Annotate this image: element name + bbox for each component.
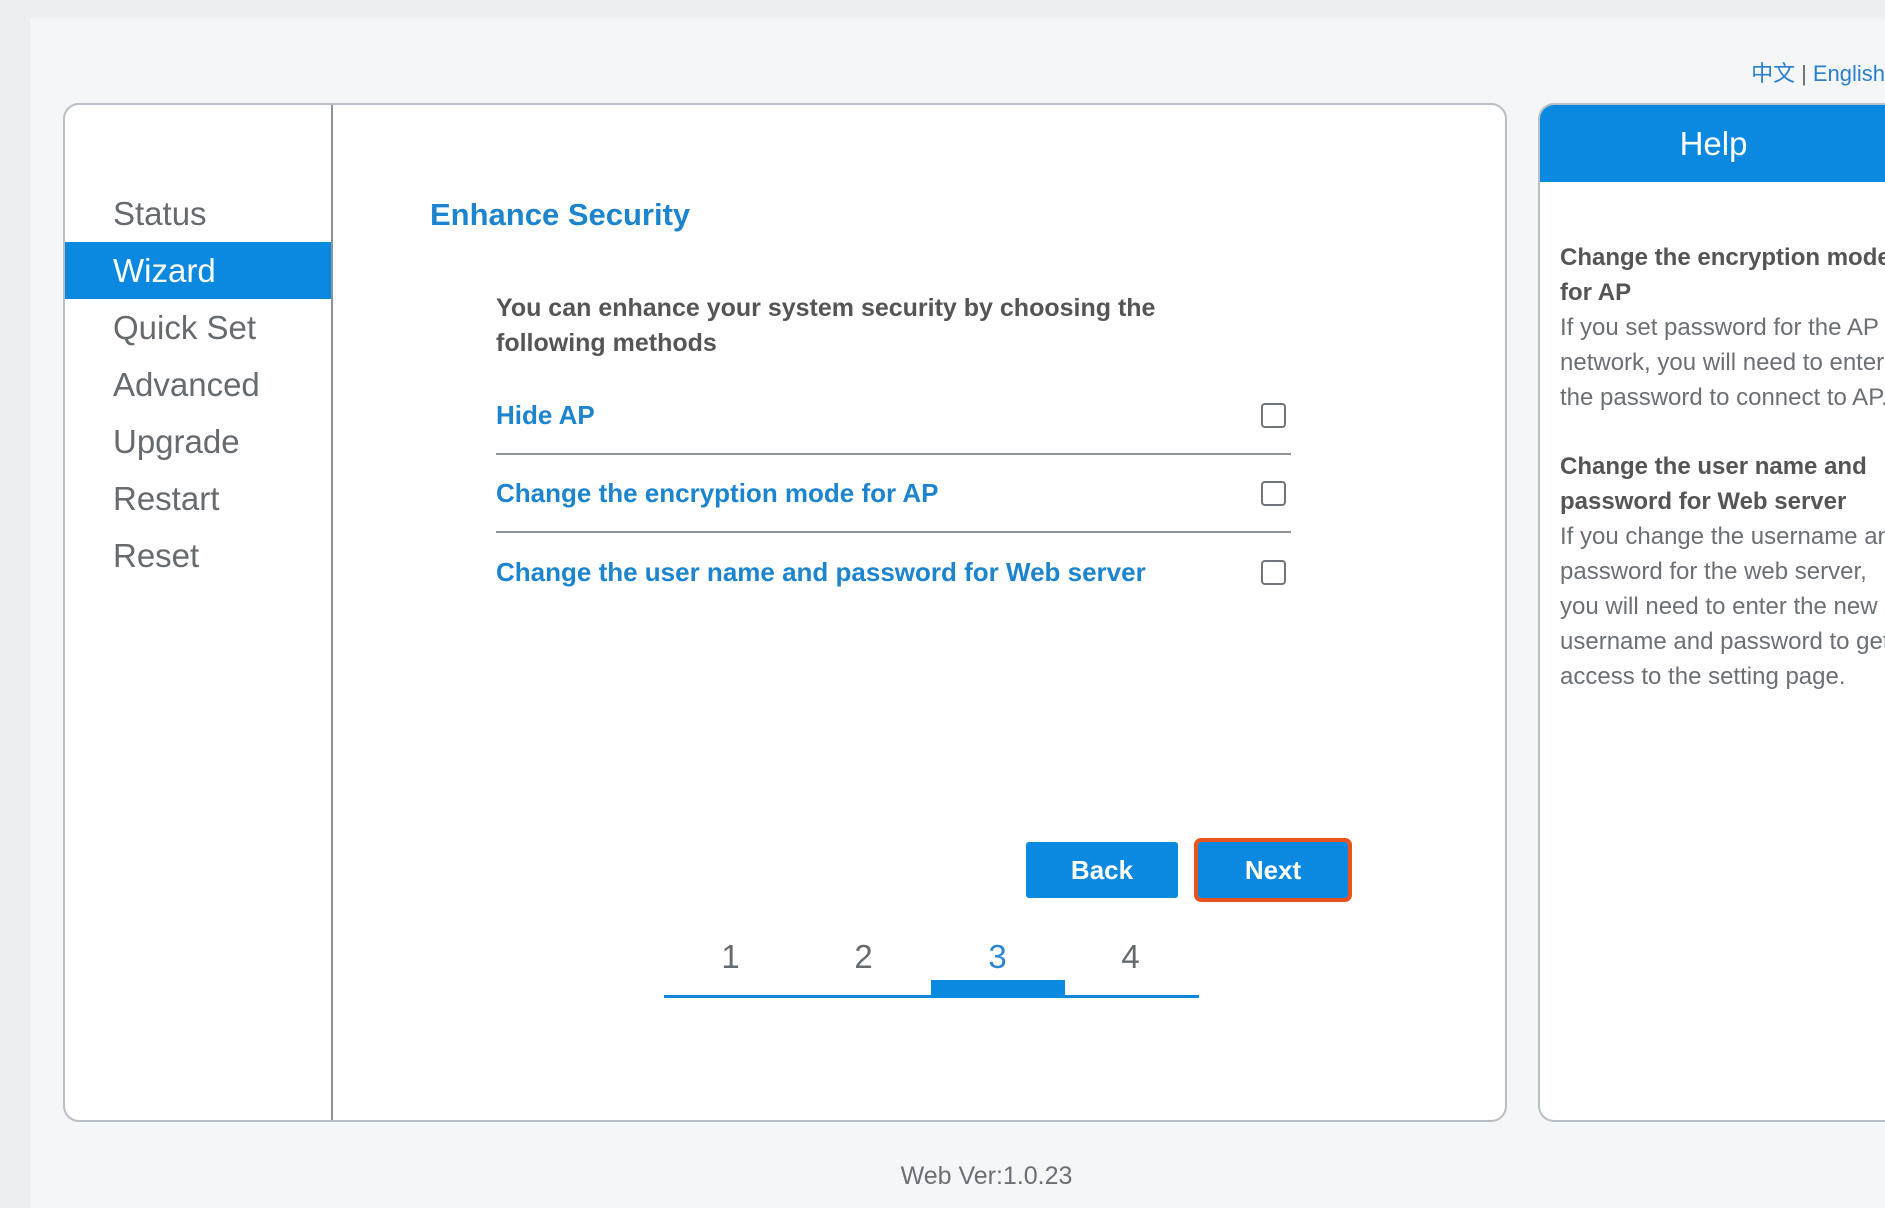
help-body: Change the encryption mode for AP If you… — [1540, 182, 1885, 694]
option-label: Change the user name and password for We… — [496, 556, 1146, 587]
help-panel: Help Change the encryption mode for AP I… — [1538, 103, 1885, 1122]
sidebar-item-wizard[interactable]: Wizard — [65, 242, 331, 299]
sidebar-item-upgrade[interactable]: Upgrade — [65, 413, 331, 470]
back-button[interactable]: Back — [1026, 842, 1178, 898]
step-indicator: 1 2 3 4 — [664, 938, 1199, 998]
language-switcher: 中文 | English — [1751, 56, 1885, 88]
sidebar-item-restart[interactable]: Restart — [65, 470, 331, 527]
security-options: Hide AP Change the encryption mode for A… — [496, 377, 1291, 611]
step-3-current: 3 — [988, 938, 1007, 975]
help-section: Change the encryption mode for AP If you… — [1560, 240, 1885, 415]
web-credentials-checkbox[interactable] — [1261, 559, 1286, 585]
step-2: 2 — [854, 938, 873, 975]
wizard-intro: You can enhance your system security by … — [496, 294, 1156, 357]
lang-chinese-link[interactable]: 中文 — [1751, 61, 1795, 86]
hide-ap-checkbox[interactable] — [1261, 402, 1286, 428]
sidebar-item-status[interactable]: Status — [65, 185, 331, 242]
lang-separator: | — [1801, 61, 1807, 86]
option-encryption-mode: Change the encryption mode for AP — [496, 455, 1291, 533]
next-button[interactable]: Next — [1194, 838, 1352, 902]
sidebar-item-quick-set[interactable]: Quick Set — [65, 299, 331, 356]
option-label: Change the encryption mode for AP — [496, 477, 939, 508]
step-4: 4 — [1121, 938, 1140, 975]
help-section-title: Change the user name and password for We… — [1560, 453, 1867, 515]
page: 中文 | English Status Wizard Quick Set Advan… — [30, 18, 1885, 1208]
option-label: Hide AP — [496, 399, 595, 430]
sidebar-item-reset[interactable]: Reset — [65, 527, 331, 584]
option-web-credentials: Change the user name and password for We… — [496, 533, 1291, 611]
sidebar: Status Wizard Quick Set Advanced Upgrade… — [65, 105, 333, 1120]
help-section-text: If you change the username and password … — [1560, 523, 1885, 690]
option-hide-ap: Hide AP — [496, 377, 1291, 455]
help-section: Change the user name and password for We… — [1560, 449, 1885, 694]
version-footer: Web Ver:1.0.23 — [900, 1162, 1073, 1190]
help-section-text: If you set password for the AP network, … — [1560, 314, 1885, 411]
help-title: Help — [1540, 105, 1885, 182]
main-card: Status Wizard Quick Set Advanced Upgrade… — [63, 103, 1507, 1122]
encryption-mode-checkbox[interactable] — [1261, 480, 1286, 506]
wizard-content: Enhance Security You can enhance your sy… — [333, 105, 1505, 1120]
step-track — [664, 995, 1199, 998]
lang-english-link[interactable]: English — [1813, 61, 1885, 86]
help-section-title: Change the encryption mode for AP — [1560, 244, 1885, 306]
sidebar-item-advanced[interactable]: Advanced — [65, 356, 331, 413]
step-1: 1 — [721, 938, 740, 975]
page-title: Enhance Security — [430, 197, 691, 232]
